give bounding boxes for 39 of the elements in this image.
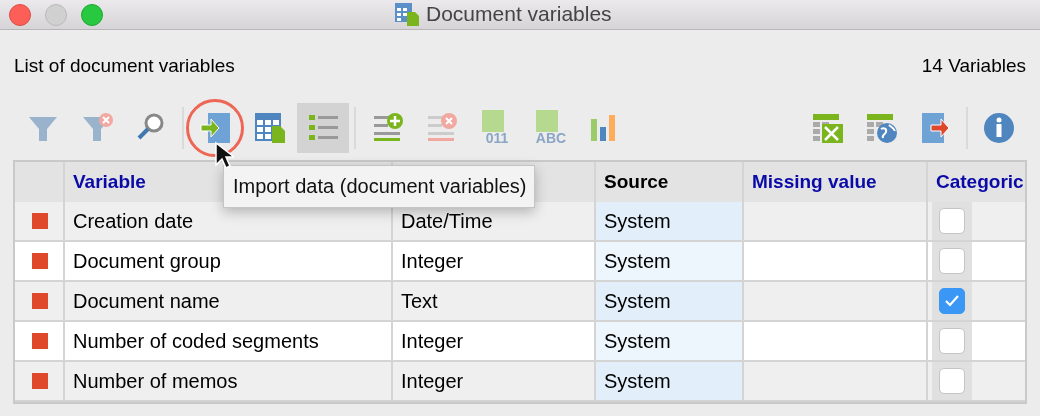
column-header: Source (595, 162, 743, 202)
table-document-icon (253, 111, 285, 145)
checkbox[interactable] (939, 248, 965, 274)
toolbar-button[interactable]: 011 (469, 103, 521, 153)
window-title: Document variables (426, 2, 612, 26)
table-cell: Number of coded segments (64, 321, 392, 361)
list-heading: List of document variables (14, 54, 235, 78)
tooltip: Import data (document variables) (223, 165, 536, 208)
toolbar-button[interactable]: ABC (523, 103, 575, 153)
table-cell: System (595, 281, 743, 321)
toolbar-button[interactable] (297, 103, 349, 153)
table-cell: System (595, 361, 743, 401)
zoom-button[interactable] (81, 3, 103, 26)
table-cell: System (595, 202, 743, 241)
close-button[interactable] (9, 3, 31, 26)
checkbox[interactable] (939, 368, 965, 394)
export-icon (919, 111, 951, 145)
import-icon (199, 111, 231, 145)
minimize-button[interactable] (45, 3, 67, 26)
table-cell: Integer (392, 321, 595, 361)
table-cell: Creation date (64, 202, 392, 241)
table-document-icon (394, 2, 420, 26)
checkbox[interactable] (939, 208, 965, 234)
info-icon (983, 111, 1015, 145)
table-cell: Document group (64, 241, 392, 281)
table-cell: Text (392, 281, 595, 321)
checkmark-icon (944, 294, 960, 308)
table-cell: Integer (392, 361, 595, 401)
spreadsheet-export-icon (811, 111, 843, 145)
table-cell: System (595, 321, 743, 361)
table-cell: System (595, 241, 743, 281)
table-cell: Document name (64, 281, 392, 321)
checkbox[interactable] (939, 328, 965, 354)
checkbox[interactable] (939, 288, 965, 314)
table-cell: Integer (392, 241, 595, 281)
column-header: Missing value (743, 162, 927, 202)
column-header: Categoric (927, 162, 1025, 202)
variable-count: 14 Variables (921, 54, 1026, 78)
table-cell: Number of memos (64, 361, 392, 401)
